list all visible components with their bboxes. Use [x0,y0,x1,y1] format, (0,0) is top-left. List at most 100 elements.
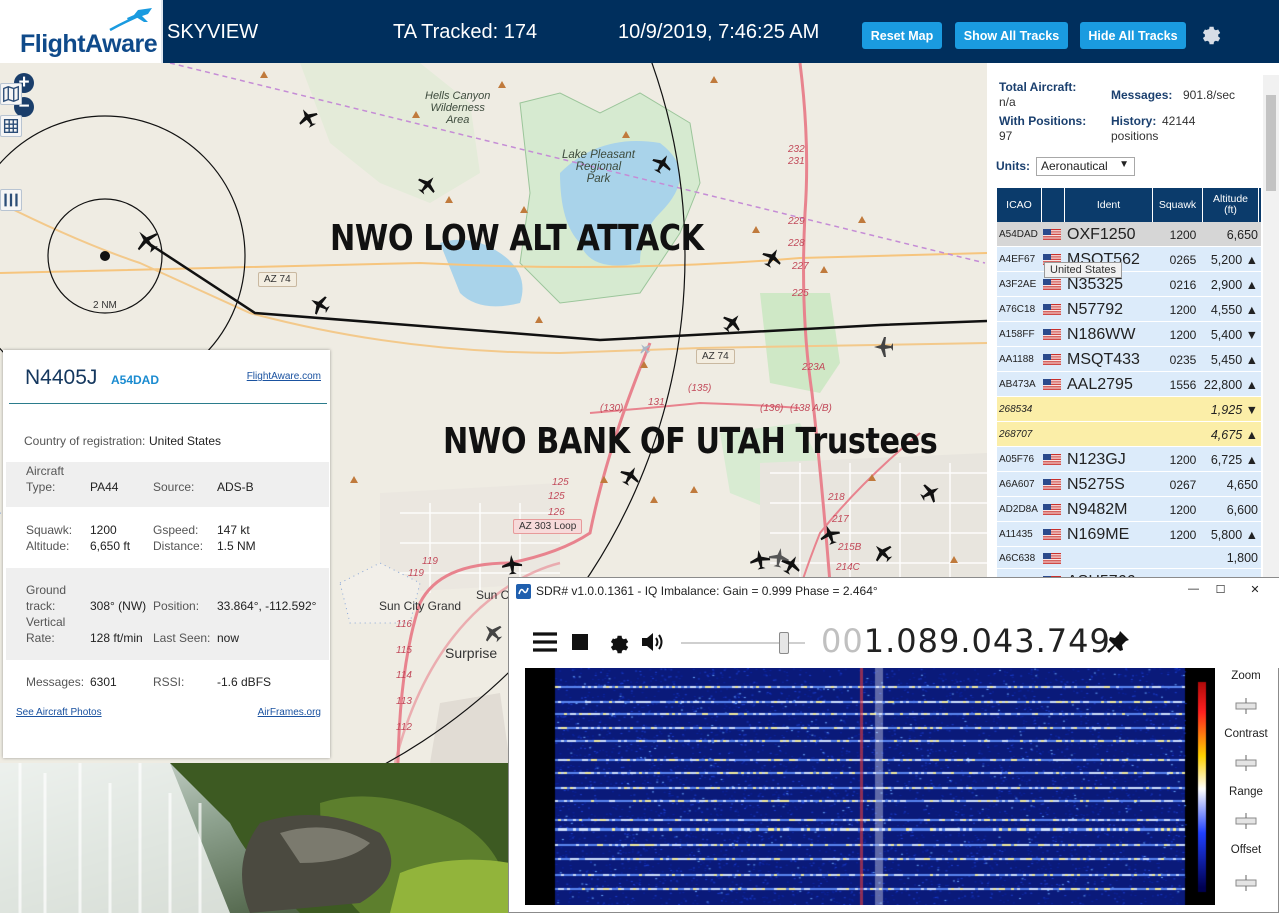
stop-icon[interactable] [572,634,588,650]
panel-scrollbar[interactable] [1263,75,1279,578]
history-label: History: [1111,114,1157,128]
cell-altitude: 1,800 [1226,551,1258,565]
cell-altitude: 22,800 ▲ [1203,377,1258,392]
overlay-caption-bottom: NWO BANK OF UTAH Trustees [443,421,938,462]
volume-slider-handle[interactable] [779,632,789,654]
settings-icon[interactable] [605,630,629,654]
pin-icon[interactable] [1105,629,1131,655]
sdr-app-icon [516,584,531,599]
flightaware-link[interactable]: FlightAware.com [247,371,321,382]
cell-squawk [1164,397,1202,422]
zoom-label: Zoom [1231,670,1261,682]
track-label: Ground track: [26,583,67,613]
cell-icao: A76C18 [999,304,1036,315]
table-row[interactable]: A11435 N169ME 1200 5,800 ▲ [997,522,1261,547]
sdr-titlebar[interactable]: SDR# v1.0.0.1361 - IQ Imbalance: Gain = … [509,578,1279,604]
aircraft-photos-link[interactable]: See Aircraft Photos [16,707,102,718]
table-row[interactable]: A158FF N186WW 1200 5,400 ▼ [997,322,1261,347]
aircraft-info-panel: N4405J A54DAD FlightAware.com Country of… [3,350,330,758]
cell-altitude: 1,925 ▼ [1210,402,1258,417]
zoom-slider-icon[interactable] [1234,698,1258,714]
table-row[interactable]: A54DAD OXF1250 1200 6,650 [997,222,1261,247]
table-row[interactable]: A76C18 N57792 1200 4,550 ▲ [997,297,1261,322]
contrast-slider-icon[interactable] [1234,755,1258,771]
table-row[interactable]: 268534 1,925 ▼ [997,397,1261,422]
table-row[interactable]: AA1188 MSQT433 0235 5,450 ▲ [997,347,1261,372]
route-136: (136) [760,403,784,414]
cell-squawk: 1200 [1169,502,1197,517]
distance-value: 1.5 NM [217,539,256,553]
speaker-icon[interactable] [640,630,666,654]
us-flag-icon [1043,522,1063,547]
minimize-button[interactable]: — [1180,580,1207,598]
squawk-value: 1200 [90,523,117,537]
units-label: Units: [996,159,1030,173]
range-slider-icon[interactable] [1234,813,1258,829]
col-ident[interactable]: Ident [1065,188,1153,222]
close-button[interactable]: ✕ [1234,580,1276,598]
cell-icao: A11435 [999,529,1033,540]
col-squawk[interactable]: Squawk [1153,188,1203,222]
sun-city-label: Sun C [476,588,510,602]
route-135: (135) [688,383,712,394]
table-row[interactable]: A4EF67 MSQT562 0265 5,200 ▲ [997,247,1261,272]
cell-icao: A05F76 [999,454,1035,465]
cell-ident: MSQT433 [1067,350,1140,368]
col-altitude[interactable]: Altitude (ft) [1203,188,1259,222]
route-227: 227 [792,261,809,272]
table-row[interactable]: AD2D8A N9482M 1200 6,600 [997,497,1261,522]
airframes-link[interactable]: AirFrames.org [258,707,321,718]
sdr-title-text: SDR# v1.0.0.1361 - IQ Imbalance: Gain = … [536,584,878,598]
clock: 10/9/2019, 7:46:25 AM [618,21,820,43]
waterfall-image [0,763,510,913]
flightaware-logo[interactable]: FlightAware [0,0,163,63]
source-label: Source: [153,480,195,494]
us-flag-icon [1043,322,1063,347]
flag-tooltip: United States [1044,262,1123,278]
altitude-label: Altitude: [26,539,70,553]
table-row[interactable]: A6C638 1,800 [997,547,1261,569]
cell-squawk [1164,422,1202,447]
cell-altitude: 4,550 ▲ [1210,302,1258,317]
menu-icon[interactable] [533,632,557,652]
rssi-value: -1.6 dBFS [217,675,272,689]
table-row[interactable]: 268707 4,675 ▲ [997,422,1261,447]
table-row[interactable]: AB473A AAL2795 1556 22,800 ▲ [997,372,1261,397]
table-row[interactable]: A6A607 N5275S 0267 4,650 [997,472,1261,497]
us-flag-icon [1043,347,1063,372]
type-label: Aircraft Type: [26,464,65,494]
reset-map-button[interactable]: Reset Map [862,22,942,49]
cell-altitude: 4,675 ▲ [1210,427,1258,442]
col-flag[interactable] [1042,188,1065,222]
us-flag-icon [1043,447,1063,472]
aircraft-icao: A54DAD [111,373,160,387]
country-value: United States [149,434,222,448]
with-positions-label: With Positions: [999,114,1087,128]
overlay-caption-top: NWO LOW ALT ATTACK [330,218,704,259]
range-ring-label: 2 NM [93,300,117,311]
units-select[interactable]: Aeronautical ▼ [1036,157,1135,176]
maximize-button[interactable]: ☐ [1207,580,1234,598]
messages-value: 6301 [90,675,117,689]
cell-squawk: 1200 [1169,452,1197,467]
table-row[interactable]: A3F2AE N35325 0216 2,900 ▲ [997,272,1261,297]
sun-city-grand-label: Sun City Grand [379,599,462,613]
map-layers-icon[interactable] [0,83,22,105]
aircraft-registration: N4405J [25,366,98,389]
hide-all-tracks-button[interactable]: Hide All Tracks [1080,22,1186,49]
screen: FlightAware SKYVIEW TA Tracked: 174 10/9… [0,0,1279,913]
show-all-tracks-button[interactable]: Show All Tracks [955,22,1068,49]
col-icao[interactable]: ICAO [997,188,1042,222]
grid-toggle-icon[interactable] [0,115,22,137]
settings-gear-icon[interactable] [1197,21,1221,45]
columns-toggle-icon[interactable] [0,189,22,211]
route-115: 115 [396,645,412,656]
offset-slider-icon[interactable] [1234,875,1258,891]
scrollbar-thumb[interactable] [1266,95,1276,191]
cell-squawk [1164,547,1202,569]
volume-slider[interactable] [681,632,805,654]
gspeed-value: 147 kt [217,523,250,537]
table-row[interactable]: A05F76 N123GJ 1200 6,725 ▲ [997,447,1261,472]
frequency-display[interactable]: 001.089.043.749 [821,622,1111,660]
waterfall-display[interactable] [525,668,1215,905]
